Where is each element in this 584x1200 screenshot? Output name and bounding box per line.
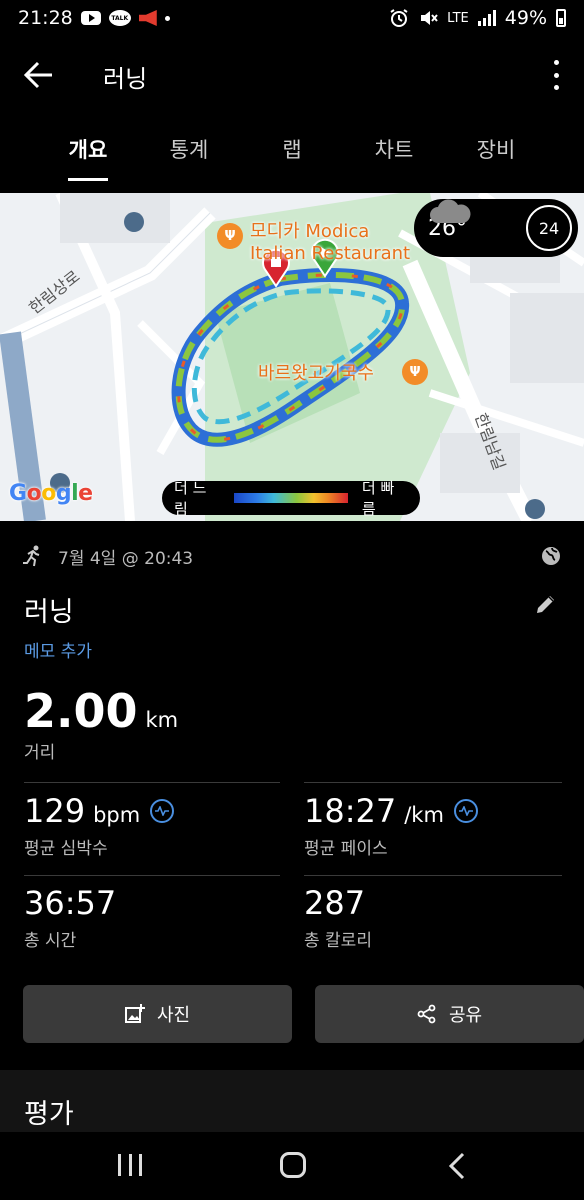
distance-value: 2.00 (24, 684, 138, 738)
distance-stat: 2.00 km (24, 684, 178, 738)
divider (304, 782, 562, 783)
share-label: 공유 (448, 1005, 483, 1026)
add-photo-label: 사진 (156, 1005, 191, 1026)
poi-label-noodle: 바르왓고기국수 (258, 363, 374, 384)
tab-charts[interactable]: 차트 (375, 134, 414, 164)
rating-card (0, 1070, 584, 1132)
more-options-icon[interactable] (552, 60, 560, 90)
activity-date: 7월 4일 @ 20:43 (58, 548, 194, 569)
duration-label: 총 시간 (24, 931, 77, 951)
notification-dot-icon (164, 15, 170, 21)
poi-label-modica-line2: Italian Restaurant (250, 243, 411, 264)
duration-value: 36:57 (24, 884, 117, 922)
share-button[interactable]: 공유 (315, 985, 584, 1043)
google-logo: Google (9, 481, 93, 506)
mute-icon (421, 11, 438, 25)
legend-fast-label: 더 빠름 (361, 479, 395, 518)
recent-apps-icon[interactable] (118, 1154, 142, 1176)
divider (24, 782, 280, 783)
activity-meta: 7월 4일 @ 20:43 (22, 543, 562, 569)
pace-stat: 18:27 /km 평균 페이스 (304, 792, 478, 859)
back-arrow-icon[interactable] (22, 60, 56, 90)
calories-value: 287 (304, 884, 366, 922)
tab-overview[interactable]: 개요 (69, 134, 108, 164)
pulse-wave-icon[interactable] (150, 799, 175, 823)
divider (24, 875, 280, 876)
app-bar: 러닝 (0, 44, 584, 108)
speed-gradient-bar (234, 493, 348, 503)
heart-rate-stat: 129 bpm 평균 심박수 (24, 792, 175, 859)
tab-stats[interactable]: 통계 (170, 134, 209, 164)
heart-rate-value: 129 (24, 792, 86, 830)
calories-label: 총 칼로리 (304, 931, 372, 951)
battery-percent: 49% (504, 7, 547, 29)
divider (304, 875, 562, 876)
signal-icon (477, 10, 496, 26)
restaurant-icon: Ψ (217, 223, 243, 249)
battery-icon (556, 9, 566, 27)
cloud-icon (430, 199, 471, 223)
active-tab-indicator (68, 178, 108, 181)
network-type: LTE (447, 10, 469, 26)
alarm-icon (390, 9, 408, 27)
globe-icon[interactable] (540, 545, 562, 567)
system-nav-bar (0, 1132, 584, 1200)
activity-title: 러닝 (24, 597, 74, 628)
legend-slow-label: 더 느림 (174, 479, 207, 518)
distance-label: 거리 (24, 743, 56, 763)
pace-label: 평균 페이스 (304, 839, 388, 859)
route-map[interactable]: Ψ 모디카 Modica Italian Restaurant 바르왓고기국수 … (0, 193, 584, 521)
megaphone-icon (138, 10, 157, 26)
rating-title: 평가 (24, 1099, 74, 1130)
kakaotalk-icon: TALK (108, 10, 131, 26)
weather-badge: 26° 24 (414, 199, 578, 257)
home-icon[interactable] (280, 1152, 306, 1178)
status-time: 21:28 (18, 7, 73, 29)
running-icon (23, 545, 40, 567)
heart-rate-unit: bpm (93, 803, 141, 827)
pace-unit: /km (404, 803, 444, 827)
tab-bar: 개요 통계 랩 차트 장비 (0, 126, 584, 182)
weather-index: 24 (526, 205, 572, 251)
add-photo-button[interactable]: 사진 (23, 985, 292, 1043)
calories-stat: 287 총 칼로리 (304, 884, 372, 951)
pace-value: 18:27 (304, 792, 397, 830)
page-title: 러닝 (103, 65, 148, 93)
youtube-icon (80, 11, 101, 25)
share-icon (417, 1004, 436, 1024)
edit-pencil-icon[interactable] (534, 592, 558, 616)
distance-unit: km (145, 708, 179, 732)
restaurant-icon: Ψ (402, 359, 428, 385)
status-bar: 21:28 TALK LTE 49% (0, 0, 584, 36)
system-back-icon[interactable] (448, 1152, 466, 1180)
pulse-wave-icon[interactable] (453, 799, 478, 823)
add-memo-link[interactable]: 메모 추가 (24, 637, 92, 662)
duration-stat: 36:57 총 시간 (24, 884, 116, 951)
add-photo-icon (124, 1004, 145, 1023)
tab-equipment[interactable]: 장비 (477, 134, 516, 164)
tab-laps[interactable]: 랩 (282, 134, 301, 164)
poi-label-modica: 모디카 Modica (250, 221, 370, 242)
speed-legend: 더 느림 더 빠름 (162, 479, 420, 518)
heart-rate-label: 평균 심박수 (24, 839, 108, 859)
